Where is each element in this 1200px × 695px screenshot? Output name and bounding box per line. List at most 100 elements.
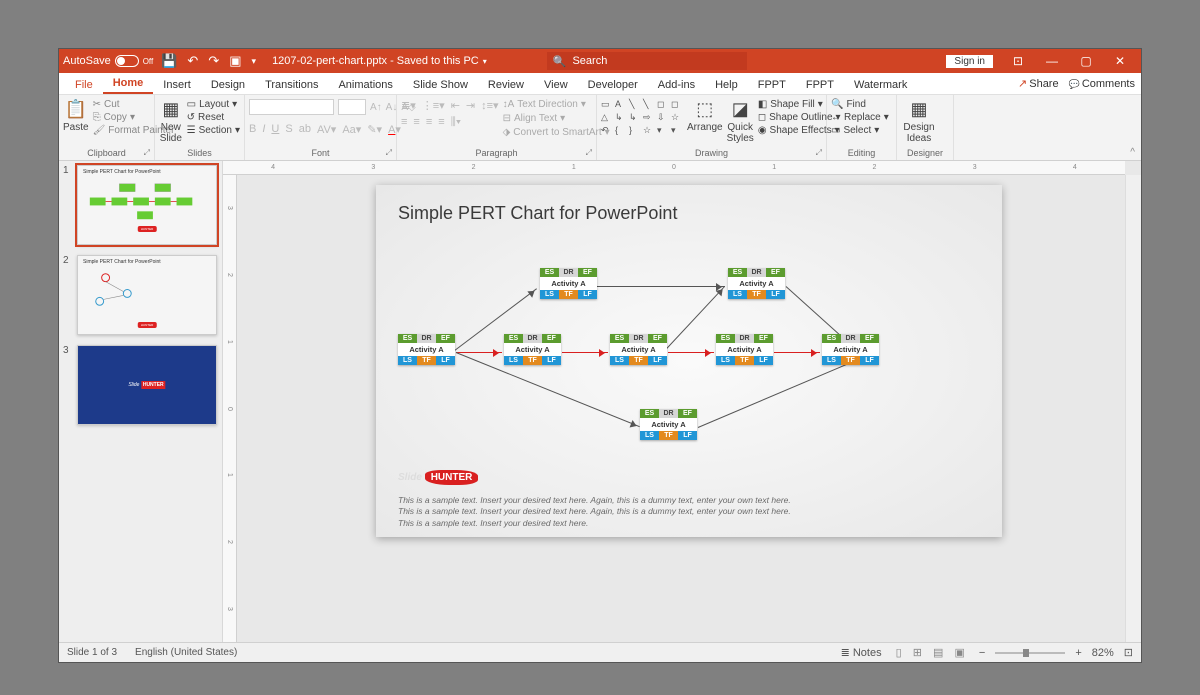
slide-title[interactable]: Simple PERT Chart for PowerPoint — [398, 203, 980, 224]
font-launcher-icon[interactable]: ⤢ — [386, 148, 392, 158]
shapes-gallery[interactable]: ▭A╲╲◻◻ △↳↳⇨⇩☆ ↶{}☆▾▾ — [601, 99, 683, 136]
paragraph-launcher-icon[interactable]: ⤢ — [586, 148, 592, 158]
find-button[interactable]: 🔍 Find — [831, 99, 889, 110]
reading-view-icon[interactable]: ▤ — [929, 647, 947, 659]
arrange-button[interactable]: ⬚ Arrange — [687, 99, 723, 133]
tab-transitions[interactable]: Transitions — [255, 75, 328, 94]
save-icon[interactable]: 💾 — [161, 53, 177, 69]
text-direction-button[interactable]: ↕A Text Direction ▾ — [503, 99, 610, 110]
tab-slideshow[interactable]: Slide Show — [403, 75, 478, 94]
pert-node[interactable]: ESDREFActivity ALSTFLF — [540, 268, 597, 299]
pert-node[interactable]: ESDREFActivity ALSTFLF — [398, 334, 455, 365]
clipboard-launcher-icon[interactable]: ⤢ — [144, 148, 150, 158]
slide-thumbnails-panel[interactable]: 1 Simple PERT Chart for PowerPoint HUNTE… — [59, 161, 223, 642]
tab-help[interactable]: Help — [705, 75, 748, 94]
font-size-select[interactable] — [338, 99, 366, 115]
slideshow-view-icon[interactable]: ▣ — [950, 647, 968, 659]
thumbnail-1[interactable]: 1 Simple PERT Chart for PowerPoint HUNTE… — [63, 165, 218, 245]
vertical-ruler[interactable]: 3210123 — [223, 175, 237, 642]
align-right-button[interactable]: ≡ — [426, 116, 432, 129]
spacing-button[interactable]: AV▾ — [317, 123, 336, 136]
horizontal-ruler[interactable]: 432101234 — [223, 161, 1125, 175]
smartart-button[interactable]: ⬗ Convert to SmartArt ▾ — [503, 127, 610, 138]
new-slide-button[interactable]: ▦ New Slide — [159, 99, 183, 144]
maximize-button[interactable]: ▢ — [1069, 49, 1103, 73]
reset-button[interactable]: ↺ Reset — [187, 112, 240, 123]
tab-watermark[interactable]: Watermark — [844, 75, 917, 94]
slide-counter[interactable]: Slide 1 of 3 — [67, 647, 117, 658]
tab-view[interactable]: View — [534, 75, 578, 94]
select-button[interactable]: ▭ Select ▾ — [831, 125, 889, 136]
indent-inc-button[interactable]: ⇥ — [466, 99, 475, 112]
vertical-scrollbar[interactable] — [1125, 175, 1141, 642]
bullets-button[interactable]: ≣▾ — [401, 99, 416, 112]
slide-canvas[interactable]: Simple PERT Chart for PowerPoint ESDREFA… — [376, 185, 1002, 537]
autosave-toggle[interactable]: AutoSave Off — [63, 55, 153, 67]
tab-home[interactable]: Home — [103, 73, 154, 94]
pert-node[interactable]: ESDREFActivity ALSTFLF — [610, 334, 667, 365]
grow-font-icon[interactable]: A↑ — [370, 102, 382, 113]
tab-animations[interactable]: Animations — [328, 75, 402, 94]
justify-button[interactable]: ≡ — [438, 116, 444, 129]
close-button[interactable]: ✕ — [1103, 49, 1137, 73]
shrink-font-icon[interactable]: A↓ — [386, 102, 398, 113]
tab-design[interactable]: Design — [201, 75, 255, 94]
ribbon-mode-icon[interactable]: ⊡ — [1001, 49, 1035, 73]
zoom-in-button[interactable]: + — [1075, 647, 1081, 659]
share-button[interactable]: Share — [1018, 77, 1059, 90]
paste-button[interactable]: 📋 Paste — [63, 99, 89, 133]
underline-button[interactable]: U — [271, 123, 279, 136]
redo-icon[interactable]: ↷ — [208, 53, 219, 69]
tab-fppt-1[interactable]: FPPT — [748, 75, 796, 94]
tab-review[interactable]: Review — [478, 75, 534, 94]
pert-node[interactable]: ESDREFActivity ALSTFLF — [822, 334, 879, 365]
align-center-button[interactable]: ≡ — [413, 116, 419, 129]
replace-button[interactable]: ↔ Replace ▾ — [831, 112, 889, 123]
tab-file[interactable]: File — [65, 75, 103, 94]
undo-icon[interactable]: ↶ — [187, 53, 198, 69]
pert-node[interactable]: ESDREFActivity ALSTFLF — [640, 409, 697, 440]
font-name-select[interactable] — [249, 99, 334, 115]
align-text-button[interactable]: ⊟ Align Text ▾ — [503, 113, 610, 124]
qat-more-icon[interactable]: ▾ — [252, 56, 257, 67]
shadow-button[interactable]: ab — [299, 123, 311, 136]
language-status[interactable]: English (United States) — [135, 647, 237, 658]
thumbnail-3[interactable]: 3 Slide HUNTER — [63, 345, 218, 425]
columns-button[interactable]: ⫼▾ — [451, 116, 461, 129]
italic-button[interactable]: I — [262, 123, 265, 136]
bold-button[interactable]: B — [249, 123, 256, 136]
drawing-launcher-icon[interactable]: ⤢ — [816, 148, 822, 158]
design-ideas-button[interactable]: ▦ Design Ideas — [901, 99, 937, 144]
tab-developer[interactable]: Developer — [578, 75, 648, 94]
signin-button[interactable]: Sign in — [946, 55, 993, 68]
tab-fppt-2[interactable]: FPPT — [796, 75, 844, 94]
indent-dec-button[interactable]: ⇤ — [451, 99, 460, 112]
present-icon[interactable]: ▣ — [229, 53, 241, 69]
pert-node[interactable]: ESDREFActivity ALSTFLF — [716, 334, 773, 365]
thumbnail-2[interactable]: 2 Simple PERT Chart for PowerPoint HUNTE… — [63, 255, 218, 335]
normal-view-icon[interactable]: ▯ — [892, 647, 906, 659]
tab-insert[interactable]: Insert — [153, 75, 201, 94]
strike-button[interactable]: S — [285, 123, 292, 136]
zoom-level[interactable]: 82% — [1092, 647, 1114, 659]
tab-addins[interactable]: Add-ins — [648, 75, 705, 94]
section-button[interactable]: ☰ Section ▾ — [187, 125, 240, 136]
layout-button[interactable]: ▭ Layout ▾ — [187, 99, 240, 110]
comments-button[interactable]: Comments — [1069, 78, 1135, 90]
minimize-button[interactable]: — — [1035, 49, 1069, 73]
collapse-ribbon-icon[interactable]: ^ — [1130, 147, 1135, 158]
numbering-button[interactable]: ⋮≡▾ — [422, 99, 445, 112]
sorter-view-icon[interactable]: ⊞ — [909, 647, 926, 659]
pert-node[interactable]: ESDREFActivity ALSTFLF — [504, 334, 561, 365]
slide-editor[interactable]: 432101234 3210123 Simple PERT Chart for … — [223, 161, 1141, 642]
sample-text[interactable]: This is a sample text. Insert your desir… — [398, 495, 791, 529]
zoom-slider[interactable] — [995, 652, 1065, 654]
line-spacing-button[interactable]: ↕≡▾ — [481, 99, 498, 112]
notes-button[interactable]: ≣ Notes — [841, 646, 882, 659]
zoom-out-button[interactable]: − — [979, 647, 985, 659]
highlight-button[interactable]: ✎▾ — [367, 123, 382, 136]
title-dropdown-icon[interactable]: ▾ — [483, 57, 487, 66]
quick-styles-button[interactable]: ◪ Quick Styles — [727, 99, 754, 144]
align-left-button[interactable]: ≡ — [401, 116, 407, 129]
search-box[interactable]: 🔍 Search — [547, 52, 747, 70]
